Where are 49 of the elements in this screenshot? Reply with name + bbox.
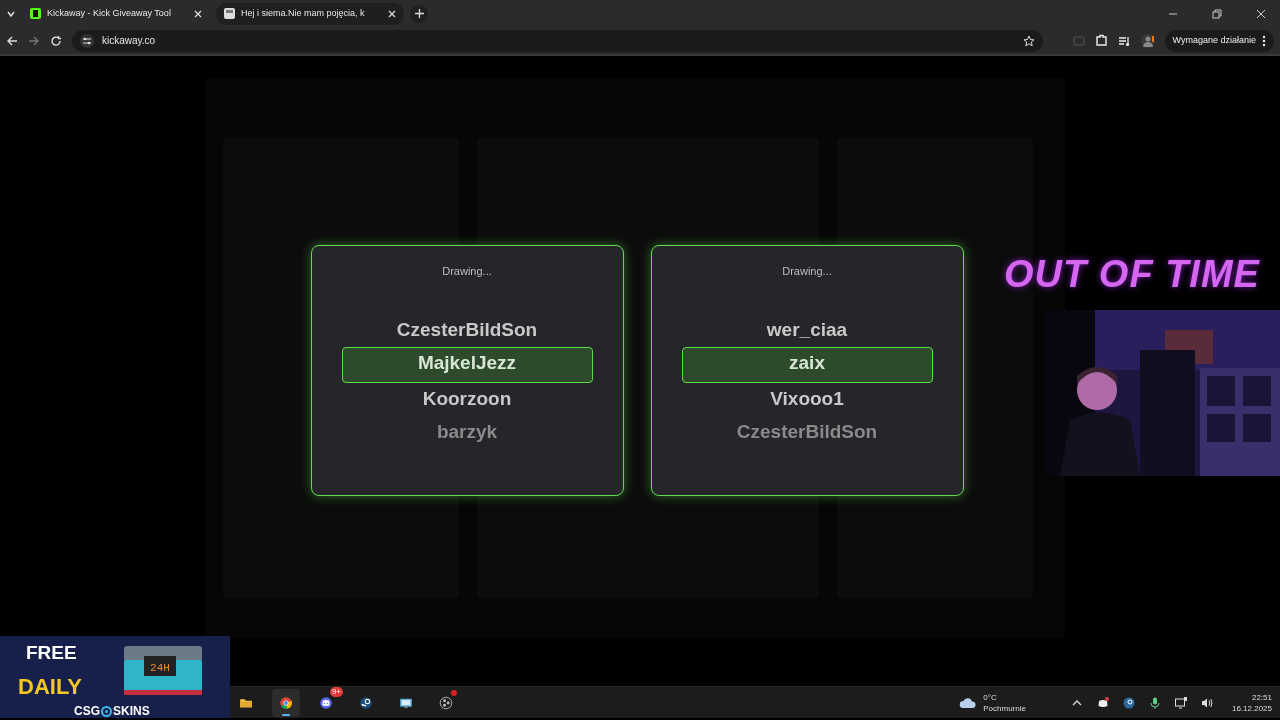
brand-text: CSG: [74, 703, 100, 720]
new-tab-button[interactable]: [410, 4, 428, 23]
brand-text: SKINS: [113, 703, 150, 720]
participant-name: CzesterBildSon: [395, 317, 539, 342]
weather-condition: Pochmurnie: [983, 702, 1026, 714]
close-icon[interactable]: [1256, 8, 1266, 19]
participant-name: Koorzoon: [421, 386, 513, 411]
stream-logo: OUT OF TIME: [1003, 252, 1261, 297]
profile-action-button[interactable]: Wymagane działanie: [1164, 29, 1274, 52]
weather-temperature: 0°C: [983, 691, 998, 703]
participant-name: barzyk: [435, 419, 499, 444]
selected-name: zaix: [681, 346, 933, 383]
more-icon[interactable]: [1262, 34, 1266, 47]
forward-icon[interactable]: [28, 34, 40, 47]
cloud-icon[interactable]: [959, 696, 978, 709]
site-settings-icon[interactable]: [80, 33, 94, 48]
restore-icon[interactable]: [1212, 8, 1222, 19]
close-icon[interactable]: [194, 9, 202, 18]
tab-title: Hej i siema.Nie mam pojęcia, k: [241, 6, 366, 20]
drawing-status: Drawing...: [782, 264, 832, 279]
drawing-status: Drawing...: [442, 264, 492, 279]
address-field[interactable]: kickaway.co: [102, 33, 156, 48]
taskbar-app[interactable]: 9+: [312, 688, 340, 717]
site-favicon-icon: [30, 8, 41, 19]
participant-name: CzesterBildSon: [735, 419, 879, 444]
ring-logo-icon: [101, 705, 112, 717]
bookmark-star-icon[interactable]: [1022, 34, 1035, 47]
plus-icon: [414, 9, 424, 18]
clock-time: 22:51: [1250, 691, 1272, 703]
participant-name: Vixooo1: [769, 386, 845, 411]
back-icon[interactable]: [6, 34, 18, 47]
microphone-icon[interactable]: [1147, 695, 1162, 710]
media-controls-icon[interactable]: [1117, 34, 1131, 47]
steam-tray-icon[interactable]: [1121, 695, 1136, 710]
participant-name: wer_ciaa: [765, 317, 849, 342]
banner-headline: FREE: [26, 641, 77, 665]
notification-badge: 9+: [329, 686, 343, 697]
clock-date: 16.12.2025: [1231, 702, 1272, 714]
tab-title: Kickaway - Kick Giveaway Tool: [47, 6, 172, 20]
clock[interactable]: 22:51 16.12.2025: [1231, 691, 1272, 714]
page-favicon-icon: [224, 8, 235, 19]
close-icon[interactable]: [388, 9, 396, 18]
browser-tab[interactable]: Hej i siema.Nie mam pojęcia, k: [216, 2, 404, 25]
reload-icon[interactable]: [50, 34, 62, 47]
profile-avatar-icon[interactable]: [1140, 33, 1155, 48]
network-icon[interactable]: [1173, 695, 1188, 710]
banner-headline: DAILY: [18, 673, 82, 701]
taskbar-app[interactable]: [272, 688, 300, 717]
selected-name: MajkelJezz: [341, 346, 593, 383]
